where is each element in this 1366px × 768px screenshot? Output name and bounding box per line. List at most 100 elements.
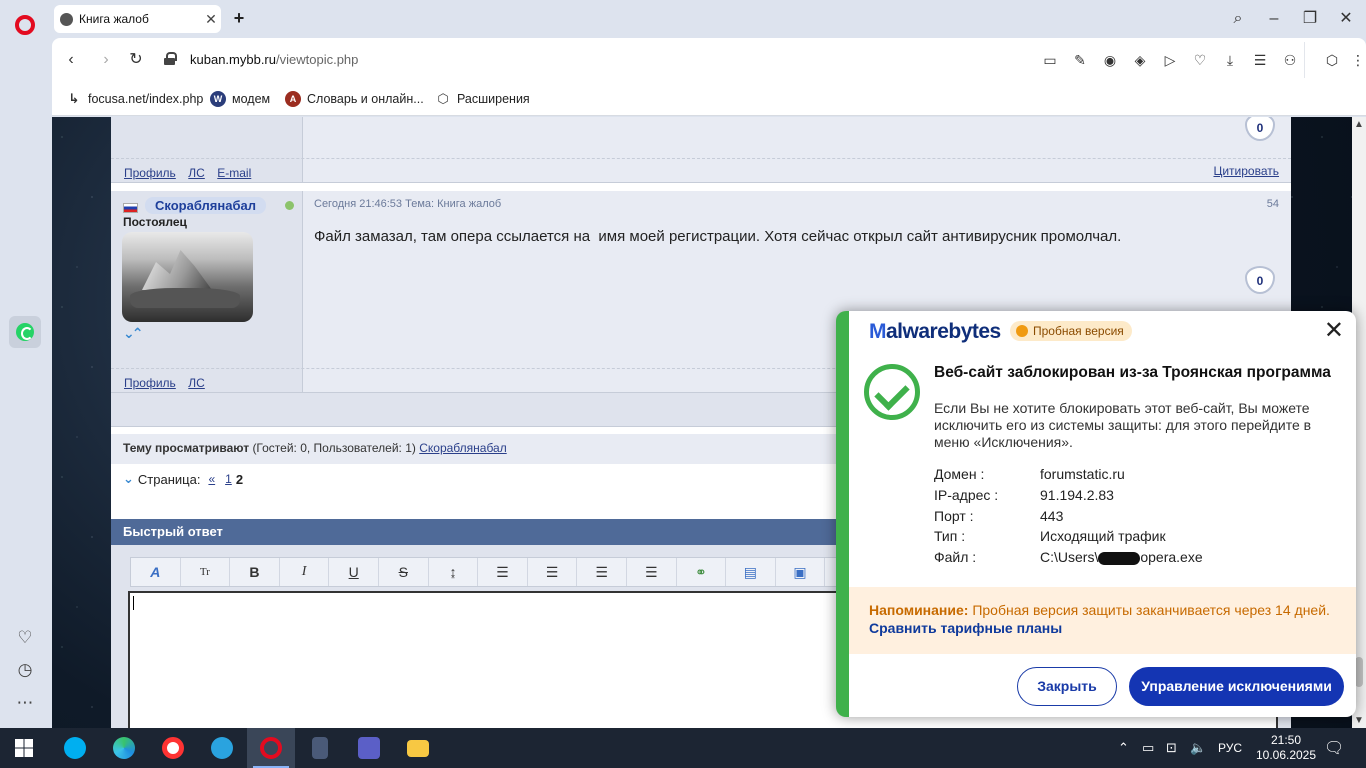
like-counter[interactable]: 0 [1245,266,1275,294]
bookmark-label: focusa.net/index.php [88,92,204,106]
opera-taskbar-button[interactable] [247,728,295,768]
pm-link[interactable]: ЛС [188,166,205,180]
skype-taskbar-button[interactable] [51,728,99,768]
edit-icon[interactable]: ✎ [1070,50,1090,70]
favorite-heart-icon[interactable]: ♡ [1190,50,1210,70]
compare-plans-link[interactable]: Сравнить тарифные планы [869,619,1336,637]
shield-icon[interactable]: ◈ [1130,50,1150,70]
strikethrough-icon[interactable]: S [379,558,429,586]
post-author-column: Скораблянабал Постоялец ⌄⌃ [111,191,303,392]
start-button[interactable] [0,728,48,768]
bookmark-focusa[interactable]: ↳ focusa.net/index.php [66,91,204,107]
forward-button[interactable]: › [95,49,117,71]
lock-icon[interactable] [164,52,177,65]
url-path: /viewtopic.php [276,52,359,67]
volume-icon[interactable]: 🔈 [1190,728,1206,768]
search-tabs-icon[interactable]: ⌕ [1226,8,1250,30]
minimize-button[interactable]: – [1262,8,1286,30]
page-1-link[interactable]: 1 [225,472,232,486]
extensions-cube-icon[interactable]: ⬡ [1322,50,1342,70]
explorer-taskbar-button[interactable] [394,728,442,768]
battery-icon[interactable]: ▭ [1142,728,1154,768]
insert-image-icon[interactable]: ▣ [776,558,826,586]
email-link[interactable]: E-mail [217,166,251,180]
network-icon[interactable]: ⊡ [1166,728,1177,768]
post-topic[interactable]: Книга жалоб [437,198,501,210]
heart-icon[interactable]: ♡ [14,627,36,649]
insert-book-icon[interactable]: ▤ [726,558,776,586]
tab-active[interactable]: Книга жалоб ✕ [54,5,221,33]
whatsapp-sidebar-button[interactable] [9,316,41,348]
post-date[interactable]: Сегодня 21:46:53 [314,198,402,210]
file-path-suffix: opera.exe [1140,549,1203,566]
play-icon[interactable]: ▷ [1160,50,1180,70]
reload-icon[interactable]: ↻ [125,49,147,71]
close-window-button[interactable]: ✕ [1334,8,1358,30]
underline-icon[interactable]: U [329,558,379,586]
scrollbar-thumb[interactable] [1355,657,1363,687]
align-left-icon[interactable]: ☰ [478,558,528,586]
close-icon[interactable]: ✕ [1324,319,1344,343]
notifications-icon[interactable]: 🗨 [1324,728,1344,768]
scroll-down-chevron-icon[interactable]: ⌄ [123,471,134,487]
trial-badge-label: Пробная версия [1033,324,1124,338]
clock[interactable]: 21:50 10.06.2025 [1256,728,1316,768]
teams-taskbar-button[interactable] [345,728,393,768]
post-topic-label: Тема: [405,198,435,210]
history-clock-icon[interactable]: ◷ [14,659,36,681]
language-indicator[interactable]: РУС [1218,728,1242,768]
current-page: 2 [235,471,244,487]
viewer-user-link[interactable]: Скораблянабал [419,441,506,455]
reader-view-icon[interactable]: ▭ [1040,50,1060,70]
download-icon[interactable]: ⤓ [1220,50,1240,70]
insert-link-icon[interactable]: ⚭ [677,558,727,586]
bookmark-label: модем [232,92,271,106]
close-button[interactable]: Закрыть [1017,667,1117,706]
align-justify-icon[interactable]: ☰ [577,558,627,586]
tab-close-icon[interactable]: ✕ [201,11,221,28]
url-field[interactable]: kuban.mybb.ru/viewtopic.php [190,52,358,67]
tray-overflow-icon[interactable]: ⌃ [1118,728,1129,768]
line-height-icon[interactable]: ↨ [429,558,479,586]
align-right-icon[interactable]: ☰ [627,558,677,586]
font-size-icon[interactable]: Tr [181,558,231,586]
reputation-chevrons-icon: ⌄⌃ [123,325,144,341]
bookmark-label: Словарь и онлайн... [307,92,424,106]
italic-icon[interactable]: I [280,558,330,586]
profile-link[interactable]: Профиль [124,376,176,390]
menu-dots-icon[interactable]: ⋮ [1348,50,1366,70]
bookmark-modem[interactable]: W модем [210,91,270,107]
more-dots-icon[interactable]: ⋯ [14,692,36,714]
calculator-taskbar-button[interactable] [296,728,344,768]
font-style-icon[interactable]: A [131,558,181,586]
bookmark-dictionary[interactable]: A Словарь и онлайн... [285,91,424,107]
manage-exclusions-button[interactable]: Управление исключениями [1129,667,1344,706]
post-author-name[interactable]: Скораблянабал [145,197,266,214]
edge-taskbar-button[interactable] [100,728,148,768]
easy-setup-icon[interactable]: ☰ [1250,50,1270,70]
back-button[interactable]: ‹ [60,49,82,71]
new-tab-button[interactable]: + [228,8,250,30]
profile-icon[interactable]: ⚇ [1280,50,1300,70]
scroll-up-arrow-icon[interactable]: ▲ [1354,119,1364,130]
restore-button[interactable]: ❐ [1298,8,1322,30]
camera-icon[interactable]: ◉ [1100,50,1120,70]
detail-key: Домен : [934,466,985,483]
detail-key: Порт : [934,507,974,524]
prev-page-link[interactable]: « [208,472,215,486]
tab-title: Книга жалоб [79,12,149,26]
scroll-down-arrow-icon[interactable]: ▼ [1354,715,1364,726]
yandex-taskbar-button[interactable] [149,728,197,768]
like-counter[interactable]: 0 [1245,117,1275,141]
post-number[interactable]: 54 [1267,198,1279,210]
telegram-taskbar-button[interactable] [198,728,246,768]
bold-icon[interactable]: B [230,558,280,586]
logo-letter: M [869,320,887,343]
quote-link[interactable]: Цитировать [1213,164,1279,178]
opera-logo-icon[interactable] [15,15,35,35]
pm-link[interactable]: ЛС [188,376,205,390]
bookmark-extensions[interactable]: ⬡ Расширения [435,91,529,107]
profile-link[interactable]: Профиль [124,166,176,180]
detail-value: C:\Users\ opera.exe [1040,549,1203,570]
align-center-icon[interactable]: ☰ [528,558,578,586]
